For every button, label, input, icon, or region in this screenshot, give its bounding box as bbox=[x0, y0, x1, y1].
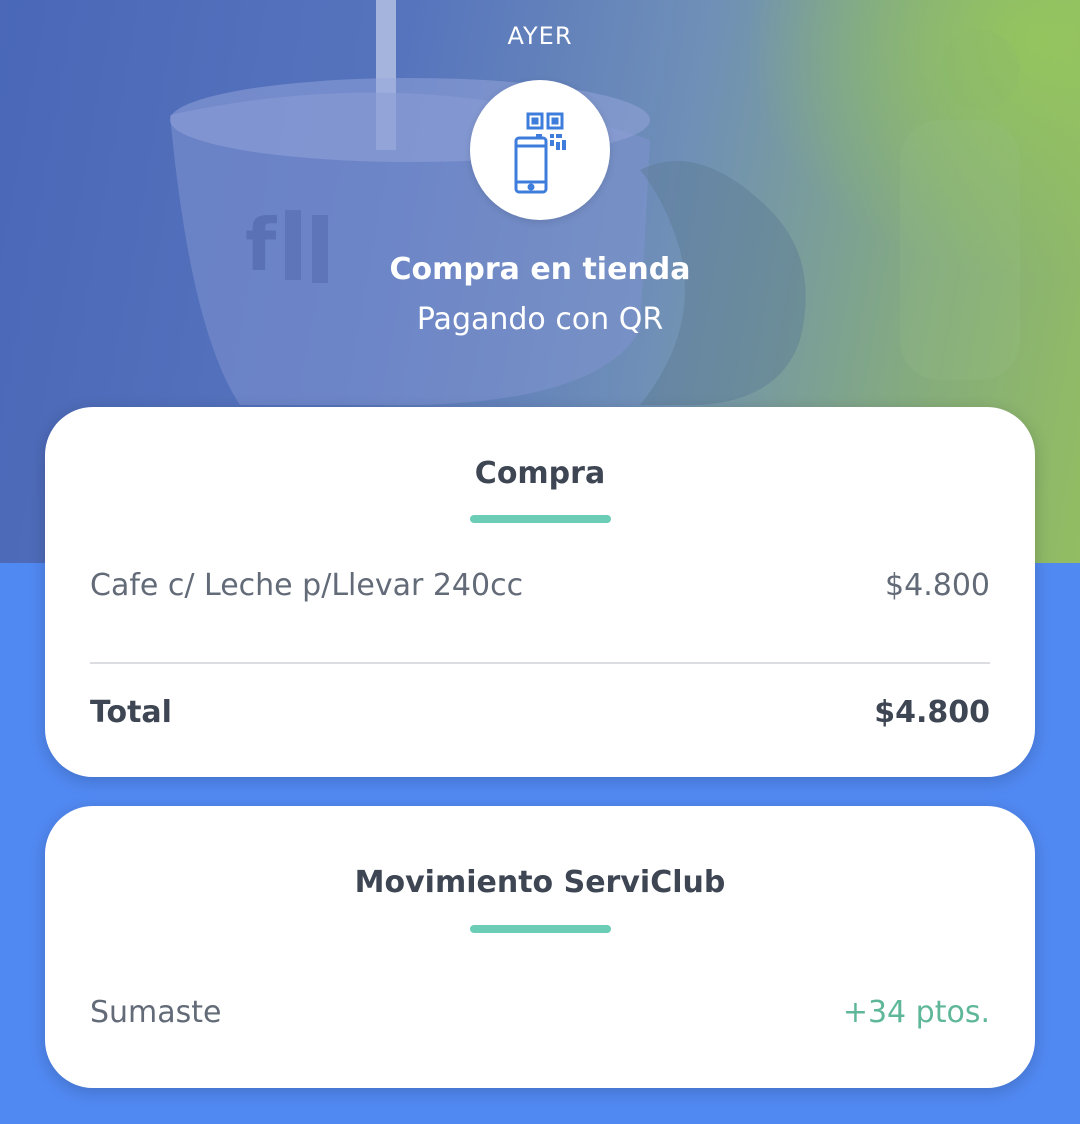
total-amount: $4.800 bbox=[874, 695, 990, 730]
transaction-subtitle: Pagando con QR bbox=[416, 302, 664, 337]
total-label: Total bbox=[90, 695, 172, 730]
transaction-title: Compra en tienda bbox=[389, 252, 691, 287]
serviclub-heading-underline bbox=[470, 925, 611, 933]
qr-phone-icon bbox=[514, 112, 566, 194]
purchase-card: Compra Cafe c/ Leche p/Llevar 240cc $4.8… bbox=[45, 407, 1035, 777]
total-divider bbox=[90, 662, 990, 664]
points-value: +34 ptos. bbox=[842, 995, 990, 1030]
item-name: Cafe c/ Leche p/Llevar 240cc bbox=[90, 568, 524, 603]
purchase-heading-underline bbox=[470, 515, 611, 523]
qr-payment-badge bbox=[470, 80, 610, 220]
serviclub-card-heading: Movimiento ServiClub bbox=[354, 865, 726, 900]
points-label: Sumaste bbox=[90, 995, 222, 1030]
item-amount: $4.800 bbox=[885, 568, 990, 603]
date-label: AYER bbox=[507, 22, 573, 50]
serviclub-card: Movimiento ServiClub Sumaste +34 ptos. bbox=[45, 806, 1035, 1088]
purchase-card-heading: Compra bbox=[474, 456, 606, 491]
